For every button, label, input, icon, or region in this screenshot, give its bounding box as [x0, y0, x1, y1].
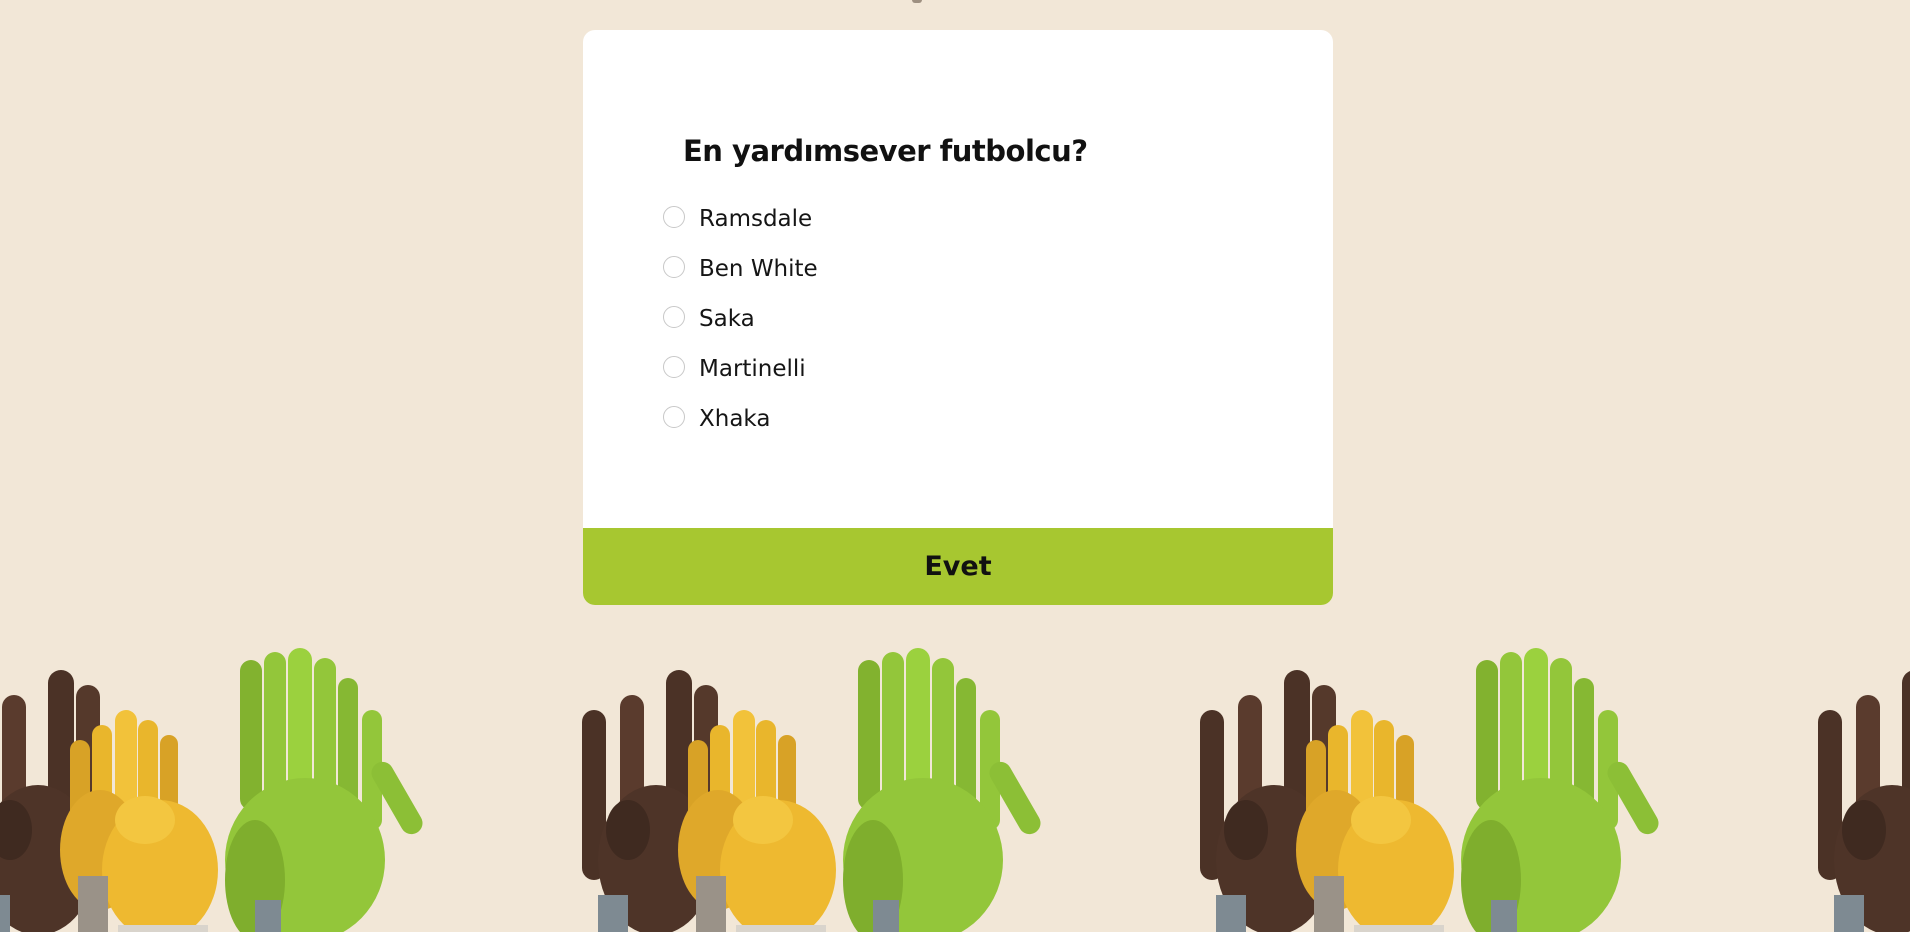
radio-icon[interactable] — [663, 406, 685, 428]
poll-option-ramsdale[interactable]: Ramsdale — [663, 194, 818, 244]
radio-icon[interactable] — [663, 306, 685, 328]
poll-option-label: Saka — [699, 306, 755, 332]
raised-hands-illustration-icon — [0, 648, 1910, 932]
poll-option-label: Ramsdale — [699, 206, 813, 232]
poll-option-saka[interactable]: Saka — [663, 294, 818, 344]
poll-page: En yardımsever futbolcu? Ramsdale Ben Wh… — [0, 0, 1910, 932]
poll-option-label: Ben White — [699, 256, 818, 282]
poll-option-label: Martinelli — [699, 356, 806, 382]
radio-icon[interactable] — [663, 206, 685, 228]
poll-card: En yardımsever futbolcu? Ramsdale Ben Wh… — [583, 30, 1333, 605]
submit-button[interactable]: Evet — [583, 528, 1333, 605]
poll-option-label: Xhaka — [699, 406, 771, 432]
radio-icon[interactable] — [663, 256, 685, 278]
poll-option-xhaka[interactable]: Xhaka — [663, 394, 818, 444]
poll-options: Ramsdale Ben White Saka Martinelli Xhaka — [663, 194, 818, 444]
poll-option-ben-white[interactable]: Ben White — [663, 244, 818, 294]
scroll-indicator — [912, 0, 922, 3]
radio-icon[interactable] — [663, 356, 685, 378]
poll-question: En yardımsever futbolcu? — [683, 134, 1088, 168]
poll-option-martinelli[interactable]: Martinelli — [663, 344, 818, 394]
